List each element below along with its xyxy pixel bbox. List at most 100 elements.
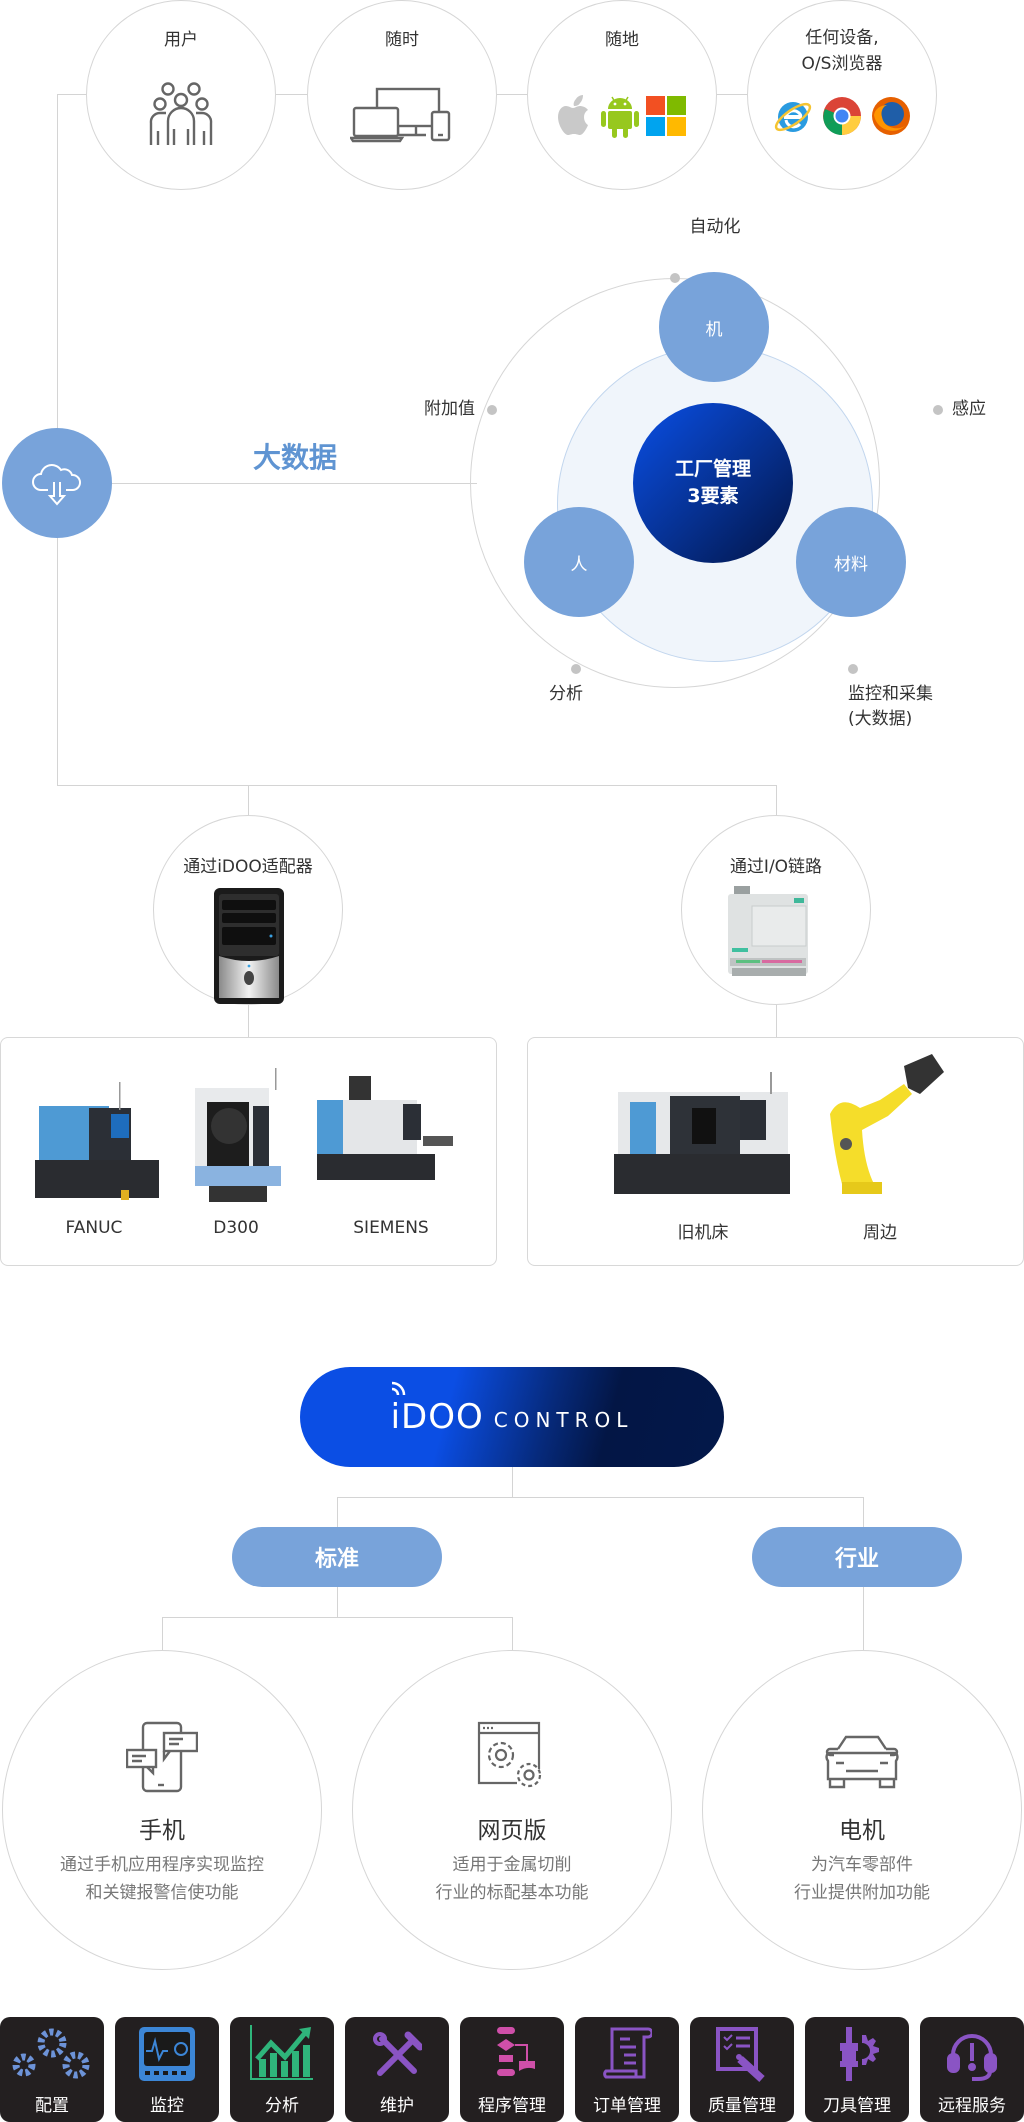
tool-holder-icon — [805, 2025, 909, 2083]
windows-icon — [646, 96, 686, 136]
feature-mobile: 手机 通过手机应用程序实现监控 和关键报警信使功能 — [2, 1650, 322, 1970]
module-tool-management[interactable]: 刀具管理 — [805, 2017, 909, 2122]
feature-automotive: 电机 为汽车零部件 行业提供附加功能 — [702, 1650, 1022, 1970]
feature-automotive-title: 电机 — [839, 1818, 885, 1844]
connector-adapters — [57, 785, 777, 786]
feature-mobile-desc-2: 和关键报警信使功能 — [85, 1883, 239, 1904]
connector-bigdata — [57, 483, 477, 484]
big-data-node — [2, 428, 112, 538]
pc-tower-image — [214, 888, 284, 1004]
module-maintenance[interactable]: 维护 — [345, 2017, 449, 2122]
module-configuration-label: 配置 — [35, 2096, 69, 2116]
connector-branches — [337, 1497, 864, 1498]
any-device-circle: 任何设备, O/S浏览器 — [747, 0, 937, 190]
cloud-download-icon — [32, 464, 81, 506]
module-analysis[interactable]: 分析 — [230, 2017, 334, 2122]
scroll-icon — [575, 2025, 679, 2083]
gears-icon — [0, 2025, 104, 2083]
feature-web: 网页版 适用于金属切削 行业的标配基本功能 — [352, 1650, 672, 1970]
idoo-brand-text: iDOO — [390, 1397, 484, 1437]
anytime-label: 随时 — [385, 30, 419, 50]
module-order-management-label: 订单管理 — [593, 2096, 661, 2116]
machines-io-box: 旧机床 周边 — [527, 1037, 1024, 1266]
connector-standard — [337, 1497, 338, 1527]
feature-automotive-desc-2: 行业提供附加功能 — [794, 1883, 930, 1904]
chrome-icon — [823, 97, 861, 136]
feature-web-desc-2: 行业的标配基本功能 — [435, 1883, 589, 1904]
module-quality-management-label: 质量管理 — [708, 2096, 776, 2116]
module-order-management[interactable]: 订单管理 — [575, 2017, 679, 2122]
machines-controller-box: FANUC D300 SIEMENS — [0, 1037, 497, 1266]
core-title: 工厂管理 — [674, 458, 751, 481]
internet-explorer-icon — [774, 102, 812, 132]
io-module-image — [728, 886, 808, 976]
element-people: 人 — [524, 507, 634, 617]
fanuc-machine-image — [35, 1082, 159, 1200]
machine-label-siemens: SIEMENS — [353, 1218, 429, 1238]
multi-device-icon — [308, 87, 496, 143]
module-quality-management[interactable]: 质量管理 — [690, 2017, 794, 2122]
dot-sensing — [933, 405, 943, 415]
dot-automation — [670, 273, 680, 283]
label-automation: 自动化 — [689, 217, 741, 237]
android-icon — [601, 96, 639, 138]
connector-standard-down — [337, 1587, 338, 1617]
feature-web-title: 网页版 — [477, 1818, 547, 1844]
dot-analysis — [571, 664, 581, 674]
idoo-control-logo: iDOO CONTROL — [300, 1367, 724, 1467]
siemens-machine-image — [317, 1076, 453, 1180]
tools-icon — [345, 2031, 449, 2081]
mobile-chat-icon — [3, 1721, 321, 1793]
module-program-management-label: 程序管理 — [478, 2096, 546, 2116]
feature-mobile-title: 手机 — [139, 1818, 185, 1844]
anywhere-label: 随地 — [605, 30, 639, 50]
quality-check-icon — [690, 2025, 794, 2083]
connector-mobile — [162, 1617, 163, 1650]
label-big-data-note: (大数据) — [848, 708, 913, 729]
element-machine: 机 — [659, 272, 769, 382]
d300-machine-image — [195, 1068, 281, 1202]
monitor-icon — [115, 2025, 219, 2083]
users-label: 用户 — [164, 30, 198, 50]
feature-automotive-desc-1: 为汽车零部件 — [811, 1855, 913, 1875]
machine-label-fanuc: FANUC — [65, 1218, 123, 1238]
branch-standard: 标准 — [232, 1527, 442, 1587]
module-tiles: 配置 监控 分析 维护 程序管理 订单管理 质量管理 刀具管理 远程服务 — [0, 2017, 1024, 2122]
wifi-signal-icon — [391, 1381, 405, 1396]
label-sensing: 感应 — [952, 399, 986, 419]
module-monitoring-label: 监控 — [150, 2096, 184, 2116]
module-configuration[interactable]: 配置 — [0, 2017, 104, 2122]
users-circle: 用户 — [86, 0, 276, 190]
module-program-management[interactable]: 程序管理 — [460, 2017, 564, 2122]
anytime-circle: 随时 — [307, 0, 497, 190]
machine-label-peripheral: 周边 — [863, 1223, 897, 1243]
dot-value-added — [487, 405, 497, 415]
label-value-added: 附加值 — [424, 399, 475, 419]
feature-mobile-desc-1: 通过手机应用程序实现监控 — [60, 1855, 264, 1875]
feature-web-desc-1: 适用于金属切削 — [452, 1855, 572, 1875]
adapter-io-circle: 通过I/O链路 — [681, 815, 871, 1005]
adapter-idoo-label: 通过iDOO适配器 — [183, 857, 313, 877]
module-tool-management-label: 刀具管理 — [823, 2096, 891, 2116]
module-analysis-label: 分析 — [265, 2096, 299, 2116]
apple-icon — [558, 95, 588, 135]
label-analysis: 分析 — [549, 684, 583, 704]
label-monitoring: 监控和采集 — [848, 684, 933, 704]
branch-industry: 行业 — [752, 1527, 962, 1587]
core-subtitle: 3要素 — [687, 485, 739, 507]
module-remote-service[interactable]: 远程服务 — [920, 2017, 1024, 2122]
anywhere-circle: 随地 — [527, 0, 717, 190]
car-icon — [703, 1735, 1021, 1789]
connector-web — [512, 1617, 513, 1650]
flowchart-icon — [460, 2025, 564, 2083]
robot-arm-image — [830, 1054, 944, 1194]
big-data-title: 大数据 — [253, 441, 338, 474]
headset-icon — [920, 2029, 1024, 2083]
machine-label-d300: D300 — [213, 1218, 259, 1238]
web-settings-icon — [353, 1721, 671, 1791]
module-monitoring[interactable]: 监控 — [115, 2017, 219, 2122]
users-group-icon — [87, 79, 275, 145]
any-device-label: 任何设备, — [805, 28, 879, 48]
adapter-io-label: 通过I/O链路 — [729, 857, 823, 877]
firefox-icon — [872, 97, 910, 135]
